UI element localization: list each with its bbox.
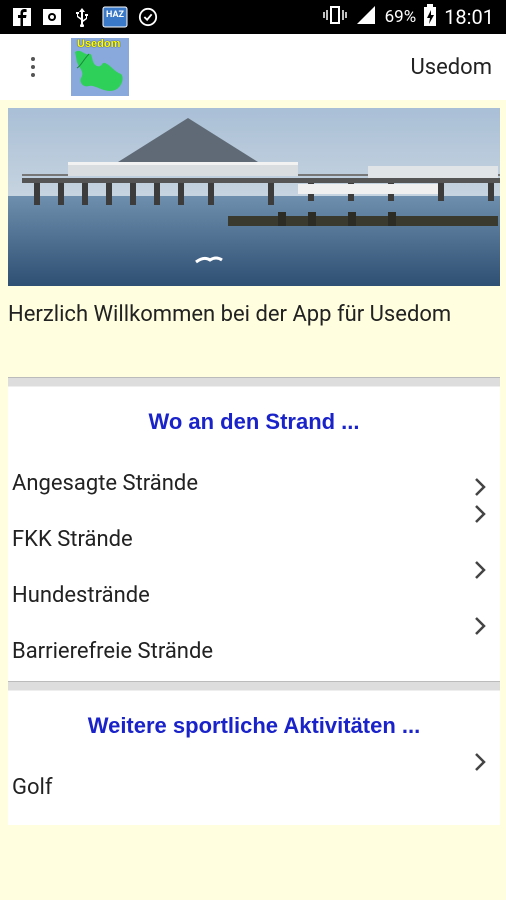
section-title-sports: Weitere sportliche Aktivitäten ... bbox=[87, 713, 421, 738]
usb-icon bbox=[72, 7, 92, 27]
list-item-angesagte-straende[interactable]: Angesagte Strände bbox=[12, 471, 198, 496]
section-divider bbox=[8, 681, 500, 691]
haz-label: HAZ bbox=[106, 10, 124, 20]
vibrate-icon bbox=[322, 5, 347, 30]
battery-icon bbox=[424, 3, 437, 31]
welcome-text: Herzlich Willkommen bei der App für Used… bbox=[8, 302, 452, 327]
photo-icon bbox=[42, 7, 62, 27]
status-bar: HAZ 69% 18:01 bbox=[0, 0, 506, 34]
list-item-golf[interactable]: Golf bbox=[12, 775, 53, 800]
haz-app-icon: HAZ bbox=[102, 6, 128, 28]
app-title: Usedom bbox=[410, 54, 492, 80]
facebook-icon bbox=[12, 7, 32, 27]
battery-percent: 69% bbox=[384, 7, 417, 27]
logo-text: Usedom bbox=[77, 38, 121, 50]
clock: 18:01 bbox=[444, 5, 494, 29]
sports-section: Weitere sportliche Aktivitäten ... Golf bbox=[8, 691, 500, 825]
chevron-right-icon[interactable] bbox=[470, 750, 490, 774]
beaches-section: Wo an den Strand ... Angesagte Strände F… bbox=[8, 387, 500, 681]
chevron-right-icon[interactable] bbox=[470, 614, 490, 638]
banner-image bbox=[8, 108, 500, 286]
signal-icon bbox=[355, 5, 377, 30]
list-item-barrierefreie-straende[interactable]: Barrierefreie Strände bbox=[12, 639, 213, 664]
chevron-right-icon[interactable] bbox=[470, 558, 490, 582]
list-item-hundestraende[interactable]: Hundestrände bbox=[12, 583, 150, 608]
section-divider bbox=[8, 377, 500, 387]
app-bar: Usedom Usedom bbox=[0, 34, 506, 100]
chevron-right-icon[interactable] bbox=[470, 475, 490, 499]
section-title-beaches: Wo an den Strand ... bbox=[148, 409, 360, 434]
sync-icon bbox=[138, 7, 158, 27]
overflow-menu-icon[interactable] bbox=[19, 47, 47, 87]
list-item-fkk-straende[interactable]: FKK Strände bbox=[12, 527, 133, 552]
chevron-right-icon[interactable] bbox=[470, 502, 490, 526]
app-logo: Usedom bbox=[71, 38, 129, 96]
